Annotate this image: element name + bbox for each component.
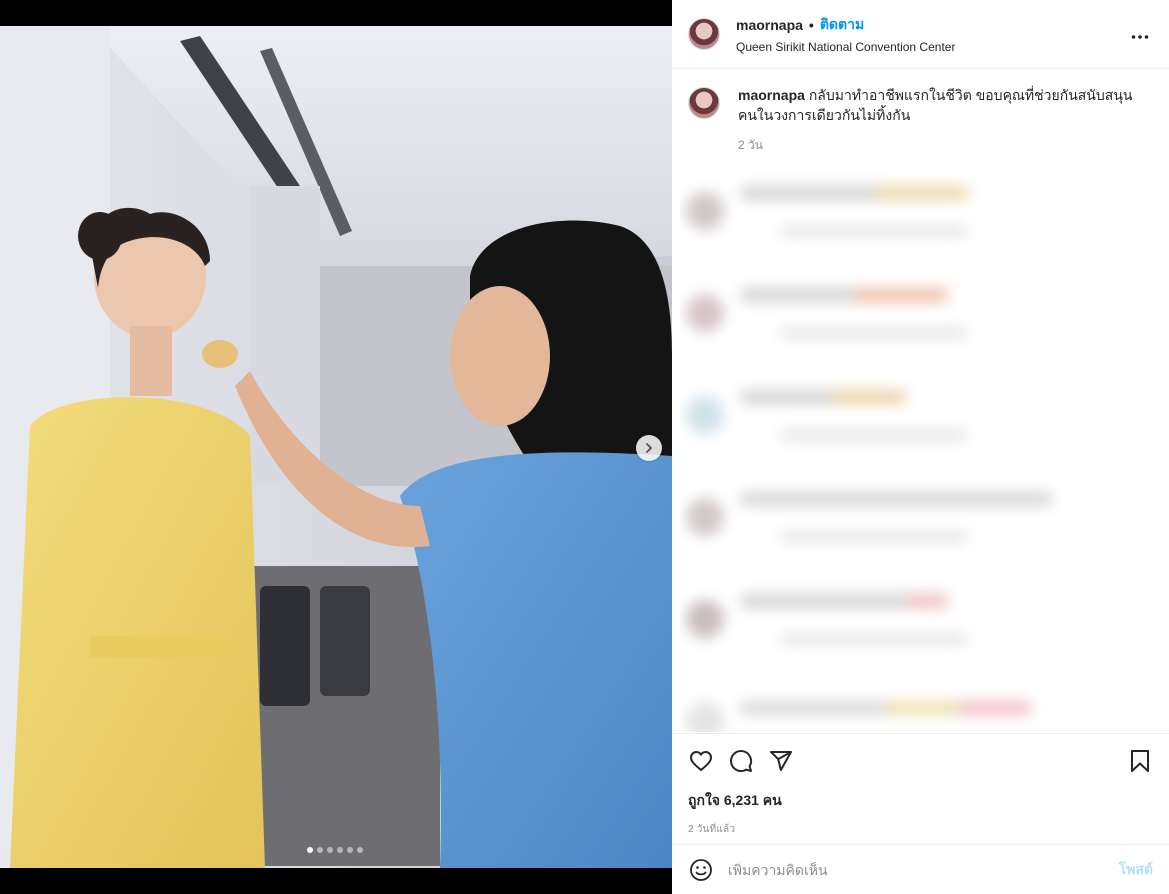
share-button[interactable] bbox=[768, 748, 794, 774]
avatar bbox=[686, 498, 724, 536]
carousel-dot bbox=[357, 847, 363, 853]
list-item bbox=[680, 568, 1163, 670]
avatar bbox=[686, 702, 724, 732]
post-comment-button[interactable]: โพสต์ bbox=[1119, 859, 1153, 881]
likes-count[interactable]: ถูกใจ 6,231 คน bbox=[688, 790, 1153, 812]
avatar[interactable] bbox=[688, 18, 720, 50]
post-timestamp[interactable]: 2 วันที่แล้ว bbox=[688, 822, 1153, 837]
separator-dot: • bbox=[808, 17, 814, 33]
list-item bbox=[680, 364, 1163, 466]
share-icon bbox=[770, 751, 792, 771]
bookmark-icon bbox=[1131, 750, 1149, 772]
post-side-panel: maornapa • ติดตาม Queen Sirikit National… bbox=[672, 0, 1169, 894]
add-comment-bar: โพสต์ bbox=[672, 844, 1169, 894]
list-item bbox=[680, 466, 1163, 568]
post-actions: ถูกใจ 6,231 คน 2 วันที่แล้ว bbox=[672, 733, 1169, 837]
avatar[interactable] bbox=[688, 87, 720, 119]
like-button[interactable] bbox=[688, 748, 714, 774]
avatar bbox=[686, 192, 724, 230]
post-caption: maornapa กลับมาทำอาชีพแรกในชีวิต ขอบคุณท… bbox=[672, 69, 1169, 155]
caption-username[interactable]: maornapa bbox=[738, 87, 805, 103]
comment-icon bbox=[730, 750, 753, 773]
carousel-dot bbox=[337, 847, 343, 853]
heart-icon bbox=[690, 751, 712, 771]
comment-button[interactable] bbox=[728, 748, 754, 774]
save-button[interactable] bbox=[1127, 748, 1153, 774]
comment-input[interactable] bbox=[728, 861, 1119, 878]
username-link[interactable]: maornapa bbox=[736, 17, 803, 33]
list-item bbox=[680, 160, 1163, 262]
avatar bbox=[686, 294, 724, 332]
chevron-right-icon bbox=[646, 443, 653, 453]
carousel-dot bbox=[347, 847, 353, 853]
post-header: maornapa • ติดตาม Queen Sirikit National… bbox=[672, 0, 1169, 69]
list-item bbox=[680, 670, 1163, 732]
emoji-button[interactable] bbox=[688, 857, 714, 883]
carousel-dot bbox=[327, 847, 333, 853]
follow-button[interactable]: ติดตาม bbox=[820, 14, 864, 36]
caption-text-line2: คนในวงการเดียวกันไม่ทิ้งกัน bbox=[738, 107, 911, 123]
carousel-indicator bbox=[307, 847, 363, 853]
comments-list-blurred bbox=[680, 160, 1163, 732]
more-options-button[interactable] bbox=[1127, 24, 1153, 45]
avatar bbox=[686, 600, 724, 638]
post-photo bbox=[0, 26, 672, 868]
list-item bbox=[680, 262, 1163, 364]
post-media[interactable] bbox=[0, 26, 672, 868]
carousel-dot bbox=[307, 847, 313, 853]
emoji-icon bbox=[690, 858, 712, 881]
avatar bbox=[686, 396, 724, 434]
caption-timestamp[interactable]: 2 วัน bbox=[738, 135, 1132, 155]
carousel-next-button[interactable] bbox=[636, 435, 662, 461]
carousel-dot bbox=[317, 847, 323, 853]
caption-text-line1: กลับมาทำอาชีพแรกในชีวิต ขอบคุณที่ช่วยกัน… bbox=[808, 87, 1133, 103]
more-options-icon bbox=[1131, 34, 1149, 39]
location-link[interactable]: Queen Sirikit National Convention Center bbox=[736, 40, 1127, 54]
